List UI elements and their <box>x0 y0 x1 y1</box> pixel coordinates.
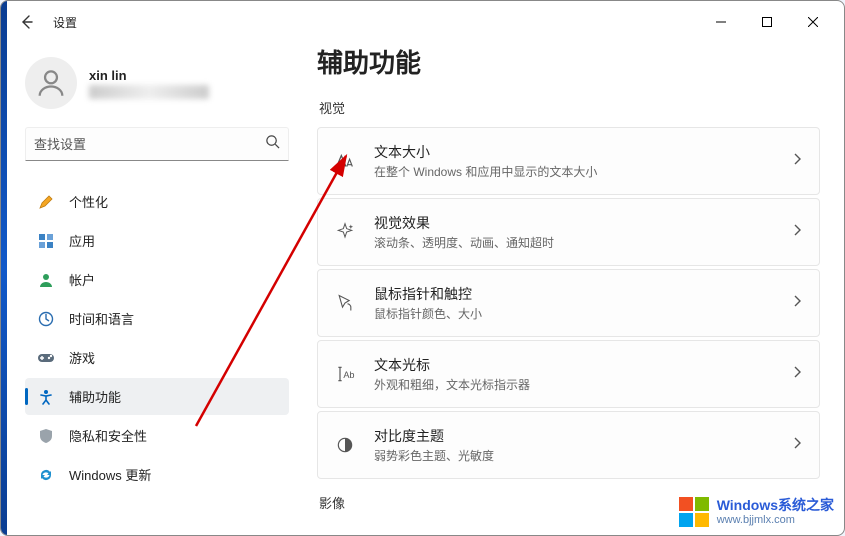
card-subtitle: 弱势彩色主题、光敏度 <box>374 447 773 464</box>
contrast-icon <box>334 434 356 456</box>
gamepad-icon <box>37 349 55 367</box>
brush-icon <box>37 193 55 211</box>
sidebar: xin lin 个性化 应用 帐户 <box>1 43 301 535</box>
windows-logo-icon <box>677 495 711 529</box>
card-visual-effects[interactable]: 视觉效果 滚动条、透明度、动画、通知超时 <box>317 198 820 266</box>
main-content: 辅助功能 视觉 文本大小 在整个 Windows 和应用中显示的文本大小 视觉效… <box>301 43 844 535</box>
left-edge-decoration <box>1 1 7 535</box>
clock-globe-icon <box>37 310 55 328</box>
watermark-brand: Windows系统之家 <box>717 498 834 513</box>
text-size-icon <box>334 150 356 172</box>
nav-personalization[interactable]: 个性化 <box>25 183 289 220</box>
account-icon <box>37 271 55 289</box>
back-button[interactable] <box>9 4 45 40</box>
chevron-right-icon <box>791 152 803 170</box>
watermark-url: www.bjjmlx.com <box>717 514 834 526</box>
nav-label: 帐户 <box>69 270 95 289</box>
minimize-button[interactable] <box>698 6 744 38</box>
card-title: 对比度主题 <box>374 426 773 446</box>
user-email-blurred <box>89 85 209 99</box>
card-text-cursor[interactable]: Ab 文本光标 外观和粗细，文本光标指示器 <box>317 340 820 408</box>
watermark: Windows系统之家 www.bjjmlx.com <box>671 491 840 533</box>
accessibility-icon <box>37 388 55 406</box>
section-visual-label: 视觉 <box>319 98 820 117</box>
card-mouse-touch[interactable]: 鼠标指针和触控 鼠标指针颜色、大小 <box>317 269 820 337</box>
card-subtitle: 滚动条、透明度、动画、通知超时 <box>374 234 773 251</box>
avatar <box>25 57 77 109</box>
card-title: 视觉效果 <box>374 213 773 233</box>
nav-privacy[interactable]: 隐私和安全性 <box>25 417 289 454</box>
nav-label: 游戏 <box>69 348 95 367</box>
close-icon <box>808 17 818 27</box>
chevron-right-icon <box>791 365 803 383</box>
card-title: 文本光标 <box>374 355 773 375</box>
card-subtitle: 在整个 Windows 和应用中显示的文本大小 <box>374 163 773 180</box>
svg-text:Ab: Ab <box>343 370 354 380</box>
maximize-button[interactable] <box>744 6 790 38</box>
card-title: 文本大小 <box>374 142 773 162</box>
person-icon <box>34 66 68 100</box>
arrow-left-icon <box>19 14 35 30</box>
user-profile[interactable]: xin lin <box>25 57 289 109</box>
chevron-right-icon <box>791 223 803 241</box>
shield-icon <box>37 427 55 445</box>
update-icon <box>37 466 55 484</box>
card-subtitle: 外观和粗细，文本光标指示器 <box>374 376 773 393</box>
app-title: 设置 <box>53 14 77 31</box>
window-controls <box>698 6 836 38</box>
page-title: 辅助功能 <box>317 43 820 80</box>
nav-list: 个性化 应用 帐户 时间和语言 游戏 <box>25 183 289 493</box>
search-icon <box>265 134 280 154</box>
card-subtitle: 鼠标指针颜色、大小 <box>374 305 773 322</box>
user-info: xin lin <box>89 68 209 99</box>
maximize-icon <box>762 17 772 27</box>
card-text-size[interactable]: 文本大小 在整个 Windows 和应用中显示的文本大小 <box>317 127 820 195</box>
nav-label: 辅助功能 <box>69 387 121 406</box>
titlebar: 设置 <box>1 1 844 43</box>
sparkle-icon <box>334 221 356 243</box>
nav-apps[interactable]: 应用 <box>25 222 289 259</box>
text-cursor-icon: Ab <box>334 363 356 385</box>
search-box[interactable] <box>25 127 289 161</box>
nav-label: 隐私和安全性 <box>69 426 147 445</box>
nav-label: 应用 <box>69 231 95 250</box>
chevron-right-icon <box>791 436 803 454</box>
nav-windows-update[interactable]: Windows 更新 <box>25 456 289 493</box>
nav-label: Windows 更新 <box>69 465 151 484</box>
nav-accounts[interactable]: 帐户 <box>25 261 289 298</box>
nav-gaming[interactable]: 游戏 <box>25 339 289 376</box>
cursor-icon <box>334 292 356 314</box>
search-input[interactable] <box>34 137 265 152</box>
minimize-icon <box>716 17 726 27</box>
user-name: xin lin <box>89 68 209 83</box>
close-button[interactable] <box>790 6 836 38</box>
nav-accessibility[interactable]: 辅助功能 <box>25 378 289 415</box>
nav-time-language[interactable]: 时间和语言 <box>25 300 289 337</box>
nav-label: 个性化 <box>69 192 108 211</box>
apps-icon <box>37 232 55 250</box>
nav-label: 时间和语言 <box>69 309 134 328</box>
chevron-right-icon <box>791 294 803 312</box>
card-contrast-themes[interactable]: 对比度主题 弱势彩色主题、光敏度 <box>317 411 820 479</box>
card-title: 鼠标指针和触控 <box>374 284 773 304</box>
